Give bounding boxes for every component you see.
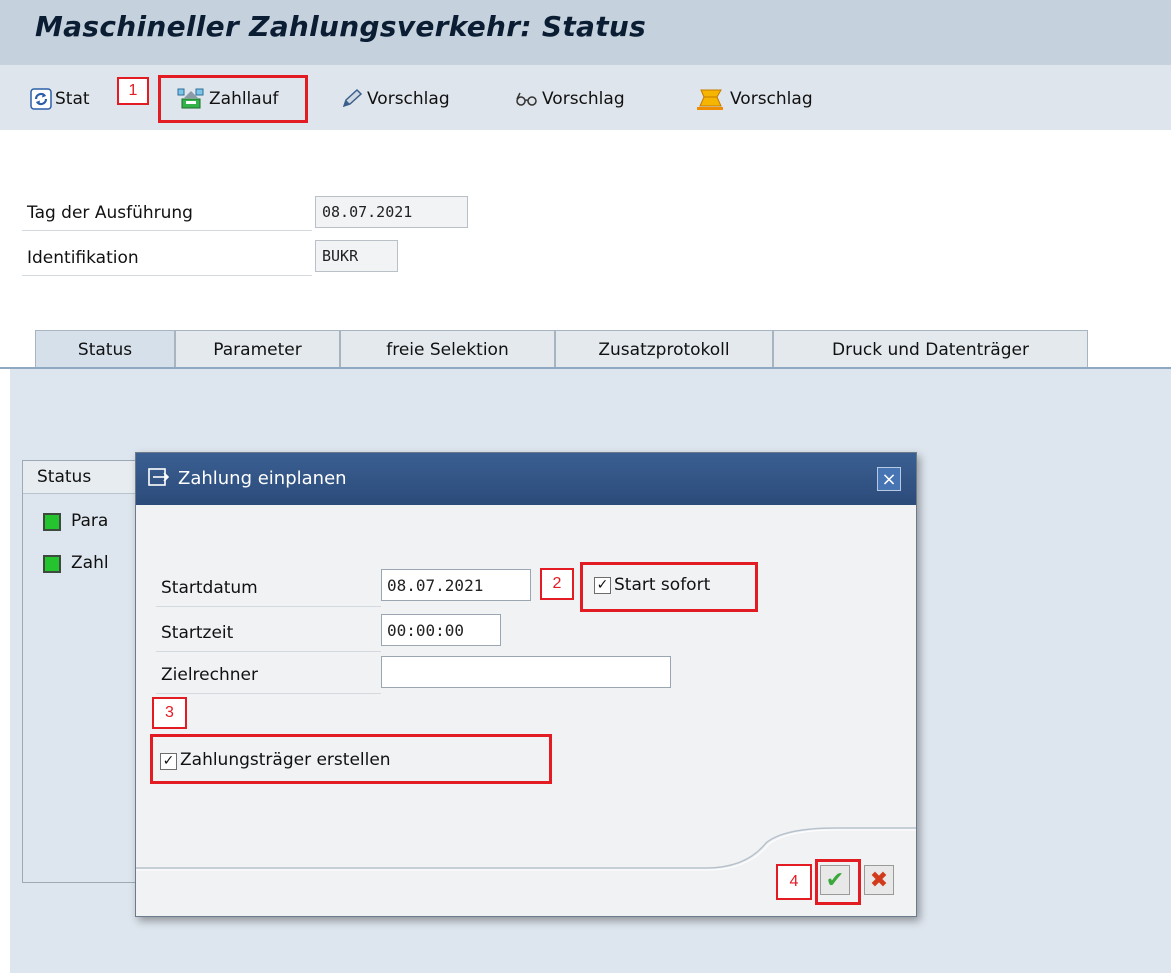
run-date-divider (22, 230, 312, 231)
title-bar: Maschineller Zahlungsverkehr: Status (0, 0, 1171, 65)
start-date-input[interactable]: 08.07.2021 (381, 569, 531, 601)
start-time-input[interactable]: 00:00:00 (381, 614, 501, 646)
status-group-title: Status (37, 467, 92, 487)
dialog-title: Zahlung einplanen (178, 468, 347, 489)
proposal-display-button[interactable]: Vorschlag (515, 85, 625, 113)
dialog-close-button[interactable]: × (877, 467, 901, 491)
close-icon: × (881, 468, 897, 490)
tab-strip: Status Parameter freie Selektion Zusatzp… (0, 325, 1171, 370)
cancel-icon: ✖ (869, 867, 889, 893)
zahllauf-highlight (158, 75, 308, 123)
tab-print-and-media-label: Druck und Datenträger (832, 339, 1029, 360)
status-group-header: Status (23, 461, 136, 494)
create-payment-media-highlight (150, 734, 552, 784)
start-time-label: Startzeit (161, 623, 234, 643)
target-host-input[interactable] (381, 656, 671, 688)
annotation-tag-4: 4 (776, 864, 812, 900)
pencil-icon (342, 88, 363, 108)
start-date-divider (156, 606, 381, 607)
tab-additional-log-label: Zusatzprotokoll (598, 339, 730, 360)
tab-additional-log[interactable]: Zusatzprotokoll (555, 330, 773, 368)
start-date-label: Startdatum (161, 578, 258, 598)
proposal-delete-label: Vorschlag (730, 89, 813, 109)
tab-parameter[interactable]: Parameter (175, 330, 340, 368)
target-host-divider (156, 693, 381, 694)
annotation-tag-2: 2 (540, 568, 574, 600)
tab-free-selection[interactable]: freie Selektion (340, 330, 555, 368)
annotation-tag-3: 3 (152, 697, 187, 729)
run-date-label: Tag der Ausführung (27, 203, 193, 223)
start-time-divider (156, 651, 381, 652)
eraser-icon (697, 89, 723, 110)
status-green-light-icon (43, 513, 61, 531)
tab-free-selection-label: freie Selektion (386, 339, 509, 360)
identification-divider (22, 275, 312, 276)
refresh-icon (30, 88, 52, 110)
page-title: Maschineller Zahlungsverkehr: Status (35, 10, 647, 43)
schedule-payment-dialog: Zahlung einplanen × Startdatum 08.07.202… (135, 452, 917, 917)
run-date-field[interactable]: 08.07.2021 (315, 196, 468, 228)
tab-status-label: Status (77, 339, 133, 360)
confirm-highlight (815, 859, 861, 905)
identification-field[interactable]: BUKR (315, 240, 398, 272)
dialog-window-icon (148, 468, 170, 486)
proposal-display-label: Vorschlag (542, 89, 625, 109)
tab-print-and-media[interactable]: Druck und Datenträger (773, 330, 1088, 368)
dialog-header: Zahlung einplanen × (136, 453, 916, 505)
target-host-label: Zielrechner (161, 665, 258, 685)
status-green-light-icon (43, 555, 61, 573)
cancel-button[interactable]: ✖ (864, 865, 894, 895)
proposal-edit-label: Vorschlag (367, 89, 450, 109)
identification-label: Identifikation (27, 248, 139, 268)
tab-parameter-label: Parameter (213, 339, 302, 360)
status-refresh-button[interactable]: Stat (30, 85, 90, 113)
glasses-icon (516, 92, 537, 106)
start-now-highlight (580, 562, 758, 612)
status-group-box: Status Para Zahl (22, 460, 137, 883)
proposal-delete-button[interactable]: Vorschlag (695, 85, 813, 113)
annotation-tag-1: 1 (117, 77, 149, 105)
status-refresh-label: Stat (55, 89, 90, 109)
status-item-label: Zahl (71, 553, 109, 573)
tab-status[interactable]: Status (35, 330, 175, 368)
status-item-label: Para (71, 511, 109, 531)
proposal-edit-button[interactable]: Vorschlag (340, 85, 450, 113)
